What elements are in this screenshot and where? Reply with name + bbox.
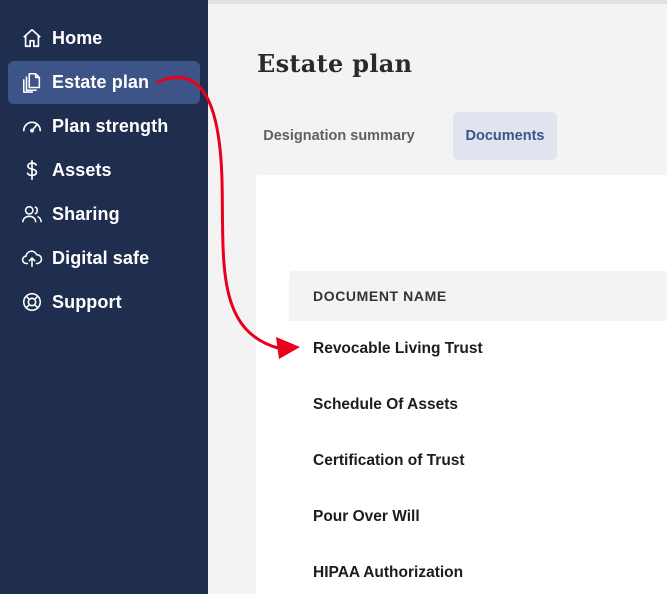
documents-table: DOCUMENT NAME Revocable Living Trust Sch… — [289, 271, 667, 594]
page-title: Estate plan — [257, 49, 413, 78]
documents-card: DOCUMENT NAME Revocable Living Trust Sch… — [256, 175, 667, 594]
sidebar-item-assets[interactable]: Assets — [8, 149, 200, 192]
users-icon — [21, 203, 43, 225]
sidebar-item-support[interactable]: Support — [8, 281, 200, 324]
cloud-upload-icon — [21, 247, 43, 269]
sidebar-item-label: Digital safe — [52, 248, 150, 268]
dollar-icon — [21, 159, 43, 181]
sidebar-item-plan-strength[interactable]: Plan strength — [8, 105, 200, 148]
home-icon — [21, 27, 43, 49]
table-row[interactable]: Schedule Of Assets — [289, 377, 667, 433]
sidebar-item-home[interactable]: Home — [8, 17, 200, 60]
gauge-icon — [21, 115, 43, 137]
table-row[interactable]: HIPAA Authorization — [289, 545, 667, 594]
sidebar-item-label: Sharing — [52, 204, 120, 224]
sidebar-item-label: Estate plan — [52, 72, 150, 92]
sidebar-item-digital-safe[interactable]: Digital safe — [8, 237, 200, 280]
lifebuoy-icon — [21, 291, 43, 313]
documents-icon — [21, 71, 43, 93]
tab-documents[interactable]: Documents — [453, 112, 557, 160]
sidebar-item-label: Assets — [52, 160, 112, 180]
tab-designation-summary[interactable]: Designation summary — [256, 112, 422, 160]
table-row[interactable]: Pour Over Will — [289, 489, 667, 545]
sidebar-item-sharing[interactable]: Sharing — [8, 193, 200, 236]
top-divider — [208, 0, 667, 4]
column-header-document-name[interactable]: DOCUMENT NAME — [289, 271, 667, 321]
sidebar-item-label: Support — [52, 292, 122, 312]
table-row[interactable]: Certification of Trust — [289, 433, 667, 489]
sidebar-item-label: Plan strength — [52, 116, 169, 136]
table-row[interactable]: Revocable Living Trust — [289, 321, 667, 377]
main-content: Estate plan Designation summary Document… — [208, 0, 667, 594]
sidebar-item-label: Home — [52, 28, 103, 48]
sidebar-item-estate-plan[interactable]: Estate plan — [8, 61, 200, 104]
sidebar: Home Estate plan Plan strength Assets Sh… — [0, 0, 208, 594]
